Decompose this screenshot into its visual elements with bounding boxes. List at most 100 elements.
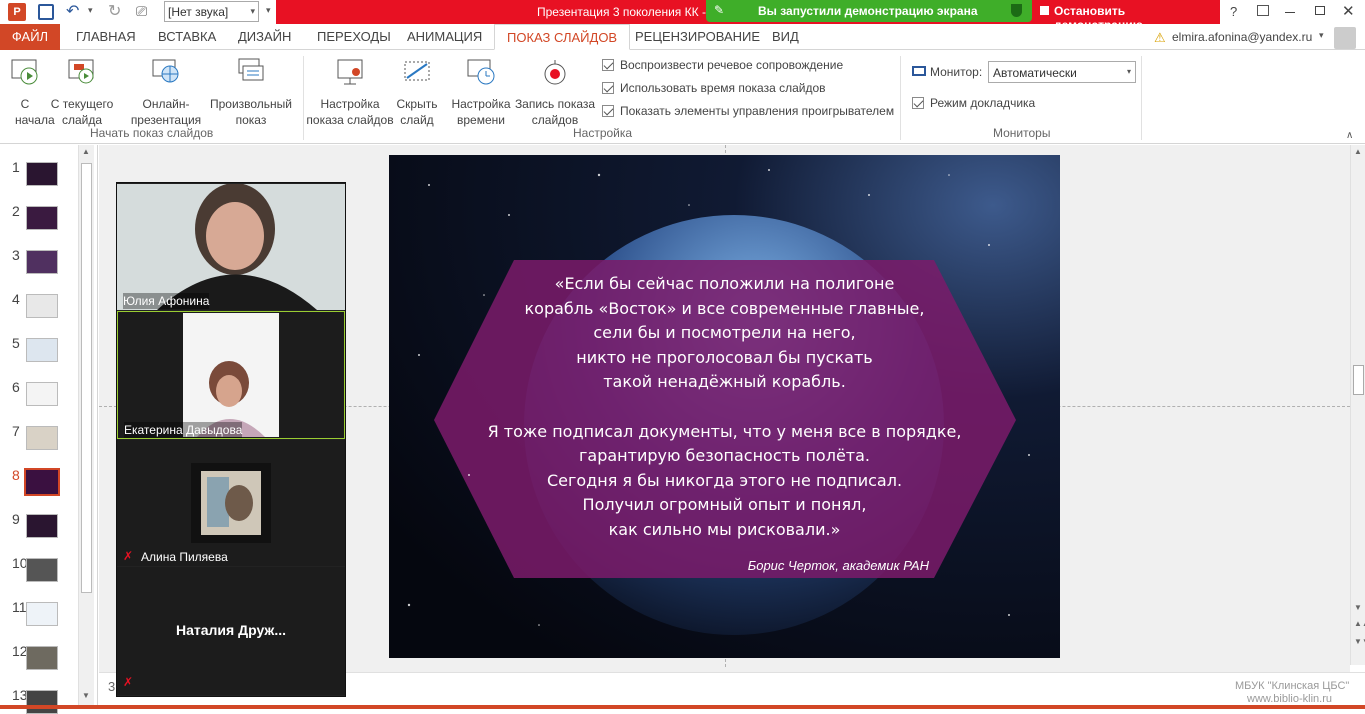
rehearse-label-1: Настройка [451, 97, 511, 111]
tab-insert[interactable]: ВСТАВКА [146, 24, 228, 50]
customize-toolbar-icon[interactable]: ▾ [266, 5, 271, 16]
editor-scrollbar[interactable]: ▲ ▼ ▲▲ ▼▼ [1350, 145, 1365, 665]
prev-slide-icon[interactable]: ▲▲ [1354, 619, 1365, 628]
chevron-down-icon: ▾ [250, 6, 255, 16]
participant-tile-3[interactable]: ✗ Алина Пиляева [117, 440, 345, 566]
next-slide-icon[interactable]: ▼▼ [1354, 637, 1365, 646]
from-start-button[interactable]: С начала [4, 56, 55, 128]
screen-share-text: Вы запустили демонстрацию экрана [758, 4, 978, 18]
scroll-down-icon[interactable]: ▼ [82, 691, 90, 700]
setup-show-button[interactable]: Настройка показа слайдов [306, 56, 394, 128]
sound-select-value: [Нет звука] [168, 5, 229, 19]
slide-thumbnail-1[interactable] [26, 162, 58, 186]
watermark-line2: www.biblio-klin.ru [1247, 693, 1332, 705]
stop-share-button[interactable]: Остановить демонстрацию [1032, 0, 1214, 32]
slide-thumbnail-13[interactable] [26, 690, 58, 714]
thumbnails-scrollbar[interactable]: ▲ ▼ [78, 145, 94, 705]
chevron-down-icon: ▾ [1126, 67, 1131, 76]
monitor-select-value: Автоматически [993, 66, 1077, 80]
slide-thumbnail-7[interactable] [26, 426, 58, 450]
scroll-up-icon[interactable]: ▲ [82, 147, 90, 156]
quote-line: корабль «Восток» и все современные главн… [524, 298, 925, 318]
monitor-label: Монитор: [930, 65, 983, 79]
thumbnail-number: 11 [12, 599, 27, 615]
setup-show-icon [337, 59, 363, 85]
hide-label-1: Скрыть [396, 97, 438, 111]
scroll-thumb[interactable] [1353, 365, 1364, 395]
hide-slide-button[interactable]: Скрыть слайд [394, 56, 440, 128]
quote-line: Сегодня я бы никогда этого не подписал. [546, 470, 903, 490]
slide-thumbnail-10[interactable] [26, 558, 58, 582]
stop-icon [1040, 6, 1049, 15]
thumbnail-number: 4 [12, 291, 20, 307]
slide-thumbnail-9[interactable] [26, 514, 58, 538]
shield-icon [1011, 4, 1022, 17]
slide-thumbnail-3[interactable] [26, 250, 58, 274]
avatar[interactable] [1334, 27, 1356, 49]
sound-select[interactable]: [Нет звука] ▾ [164, 1, 259, 22]
slide-thumbnail-6[interactable] [26, 382, 58, 406]
scroll-down-icon[interactable]: ▼ [1354, 603, 1362, 612]
current-slide[interactable]: «Если бы сейчас положили на полигоне кор… [389, 155, 1060, 658]
tab-home[interactable]: ГЛАВНАЯ [64, 24, 148, 50]
slide-thumbnail-5[interactable] [26, 338, 58, 362]
custom-label-2: показ [235, 113, 267, 127]
slide-thumbnail-2[interactable] [26, 206, 58, 230]
slide-thumbnails-pane: 1 2 3 4 5 6 7 8 9 10 11 12 13 ▲ ▼ [0, 145, 98, 714]
setup-label-2: показа слайдов [306, 113, 394, 127]
undo-icon[interactable]: ↶ [66, 1, 79, 21]
setup-label-1: Настройка [320, 97, 380, 111]
narration-checkbox[interactable]: Воспроизвести речевое сопровождение [602, 58, 843, 72]
close-icon[interactable]: ✕ [1342, 2, 1355, 20]
quote-line: Получил огромный опыт и понял, [582, 495, 867, 514]
custom-show-icon [238, 58, 264, 81]
tab-file[interactable]: ФАЙЛ [0, 24, 60, 50]
collapse-ribbon-icon[interactable]: ∧ [1346, 130, 1353, 141]
minimize-icon[interactable] [1285, 12, 1295, 13]
monitor-select[interactable]: Автоматически ▾ [988, 61, 1136, 83]
slide-thumbnail-8[interactable] [24, 468, 60, 496]
rehearse-timings-button[interactable]: Настройка времени [448, 56, 514, 128]
group-divider [900, 56, 901, 140]
touch-mode-icon[interactable]: ⎚ [136, 3, 147, 20]
tab-view[interactable]: ВИД [760, 24, 811, 50]
save-icon[interactable] [38, 4, 54, 20]
scroll-up-icon[interactable]: ▲ [1354, 147, 1362, 156]
chevron-down-icon[interactable]: ▾ [1319, 30, 1324, 41]
ribbon-display-icon[interactable] [1257, 5, 1269, 16]
tab-design[interactable]: ДИЗАЙН [226, 24, 303, 50]
timings-checkbox[interactable]: Использовать время показа слайдов [602, 81, 826, 95]
record-show-button[interactable]: Запись показа слайдов [513, 56, 597, 128]
participant-tile-4[interactable]: Наталия Друж... ✗ [117, 567, 345, 695]
slide-thumbnail-4[interactable] [26, 294, 58, 318]
slide-thumbnail-11[interactable] [26, 602, 58, 626]
online-present-button[interactable]: Онлайн- презентация [126, 56, 206, 128]
participant-tile-1[interactable]: Юлия Афонина [117, 184, 345, 310]
custom-label-1: Произвольный [209, 97, 293, 111]
presenter-view-checkbox[interactable]: Режим докладчика [912, 96, 1035, 110]
tab-animations[interactable]: АНИМАЦИЯ [395, 24, 494, 50]
tab-transitions[interactable]: ПЕРЕХОДЫ [305, 24, 403, 50]
from-start-label: С начала [15, 97, 55, 127]
media-controls-checkbox[interactable]: Показать элементы управления проигрывате… [602, 104, 894, 118]
restore-icon[interactable] [1315, 6, 1325, 15]
from-current-button[interactable]: С текущего слайда [48, 56, 116, 128]
checkbox-checked-icon [602, 105, 614, 117]
participant-tile-2[interactable]: Екатерина Давыдова [117, 311, 345, 439]
scroll-thumb[interactable] [81, 163, 92, 593]
help-icon[interactable]: ? [1230, 4, 1237, 19]
tab-review[interactable]: РЕЦЕНЗИРОВАНИЕ [623, 24, 772, 50]
undo-dropdown-icon[interactable]: ▾ [88, 5, 93, 16]
custom-show-button[interactable]: Произвольный показ [206, 56, 296, 128]
tab-slide-show[interactable]: ПОКАЗ СЛАЙДОВ [494, 24, 631, 50]
screen-share-status: ✎ Вы запустили демонстрацию экрана [706, 0, 1032, 22]
participant-name: Алина Пиляева [141, 550, 228, 564]
from-current-label-1: С текущего [50, 97, 114, 111]
video-participants-panel[interactable]: Юлия Афонина Екатерина Давыдова ✗ Алина … [116, 182, 346, 697]
quote-line: такой ненадёжный корабль. [603, 372, 846, 391]
quote-text: «Если бы сейчас положили на полигоне кор… [464, 272, 985, 542]
quote-line: никто не проголосовал бы пускать [576, 347, 873, 367]
redo-icon[interactable]: ↻ [108, 1, 121, 21]
account-email[interactable]: elmira.afonina@yandex.ru [1172, 30, 1312, 44]
slide-thumbnail-12[interactable] [26, 646, 58, 670]
